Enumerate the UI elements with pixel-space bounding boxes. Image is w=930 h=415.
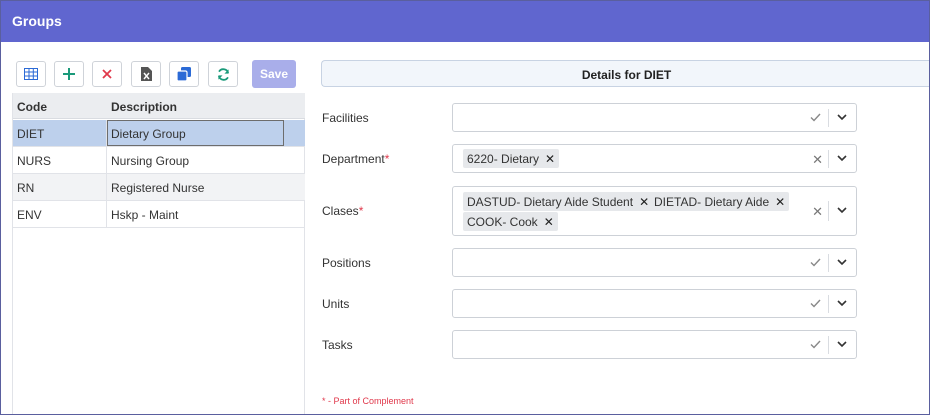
check-icon: [810, 340, 821, 349]
delete-icon: [102, 69, 112, 79]
excel-export-icon: [140, 67, 152, 81]
column-header-code[interactable]: Code: [17, 100, 47, 114]
clases-select[interactable]: DASTUD- Dietary Aide Student ✕ DIETAD- Di…: [452, 186, 857, 236]
clear-icon[interactable]: ✕: [812, 152, 823, 168]
department-label: Department*: [322, 152, 390, 166]
divider: [828, 150, 829, 168]
cell-code[interactable]: ENV: [13, 201, 107, 227]
chevron-down-icon[interactable]: [837, 341, 847, 348]
selected-chip: DASTUD- Dietary Aide Student ✕: [463, 192, 654, 211]
units-label: Units: [322, 297, 350, 311]
selected-chip: COOK- Cook ✕: [463, 212, 558, 231]
header-bar: Groups: [1, 1, 929, 42]
check-icon: [810, 113, 821, 122]
table-row[interactable]: ENV Hskp - Maint: [13, 201, 305, 228]
cell-code[interactable]: DIET: [13, 120, 107, 146]
cell-description[interactable]: Registered Nurse: [107, 174, 284, 200]
remove-chip-icon[interactable]: ✕: [544, 215, 554, 229]
add-icon: [63, 68, 75, 80]
cell-description[interactable]: Hskp - Maint: [107, 201, 284, 227]
delete-button[interactable]: [92, 61, 122, 87]
refresh-button[interactable]: [208, 61, 238, 87]
grid-header: Code Description: [13, 93, 305, 119]
cell-description[interactable]: Nursing Group: [107, 147, 284, 173]
chevron-down-icon[interactable]: [837, 300, 847, 307]
page-title: Groups: [12, 13, 62, 29]
remove-chip-icon[interactable]: ✕: [545, 152, 555, 166]
units-select[interactable]: [452, 289, 857, 318]
selected-chip: DIETAD- Dietary Aide ✕: [650, 192, 790, 211]
cell-code[interactable]: RN: [13, 174, 107, 200]
chevron-down-icon[interactable]: [837, 155, 847, 162]
check-icon: [810, 299, 821, 308]
facilities-select[interactable]: [452, 103, 857, 132]
table-row[interactable]: DIET Dietary Group: [13, 120, 305, 147]
column-header-description[interactable]: Description: [111, 100, 177, 114]
divider: [828, 336, 829, 354]
details-header: Details for DIET: [321, 60, 929, 87]
divider: [828, 254, 829, 272]
add-button[interactable]: [54, 61, 84, 87]
groups-window: Groups Save Code Description DIET Dietar…: [0, 0, 930, 415]
table-row[interactable]: NURS Nursing Group: [13, 147, 305, 174]
tasks-select[interactable]: [452, 330, 857, 359]
remove-chip-icon[interactable]: ✕: [775, 195, 785, 209]
copy-icon: [177, 67, 191, 81]
cell-code[interactable]: NURS: [13, 147, 107, 173]
selected-chip: 6220- Dietary ✕: [463, 149, 560, 168]
chevron-down-icon[interactable]: [837, 114, 847, 121]
divider: [828, 109, 829, 127]
refresh-icon: [217, 67, 229, 81]
clear-icon[interactable]: ✕: [812, 204, 823, 220]
divider: [828, 295, 829, 313]
check-icon: [810, 258, 821, 267]
tasks-label: Tasks: [322, 338, 353, 352]
clases-label: Clases*: [322, 204, 364, 218]
excel-export-button[interactable]: [131, 61, 161, 87]
table-row[interactable]: RN Registered Nurse: [13, 174, 305, 201]
complement-footnote: * - Part of Complement: [322, 396, 414, 406]
copy-button[interactable]: [169, 61, 199, 87]
facilities-label: Facilities: [322, 111, 369, 125]
positions-label: Positions: [322, 256, 371, 270]
grid-view-button[interactable]: [16, 61, 46, 87]
positions-select[interactable]: [452, 248, 857, 277]
chevron-down-icon[interactable]: [837, 259, 847, 266]
grid-view-icon: [24, 68, 38, 80]
chevron-down-icon[interactable]: [837, 207, 847, 214]
divider: [828, 201, 829, 221]
save-button[interactable]: Save: [252, 60, 296, 88]
department-select[interactable]: 6220- Dietary ✕ ✕: [452, 144, 857, 173]
cell-description[interactable]: Dietary Group: [107, 120, 284, 146]
groups-grid: Code Description DIET Dietary Group NURS…: [12, 93, 305, 414]
remove-chip-icon[interactable]: ✕: [639, 195, 649, 209]
